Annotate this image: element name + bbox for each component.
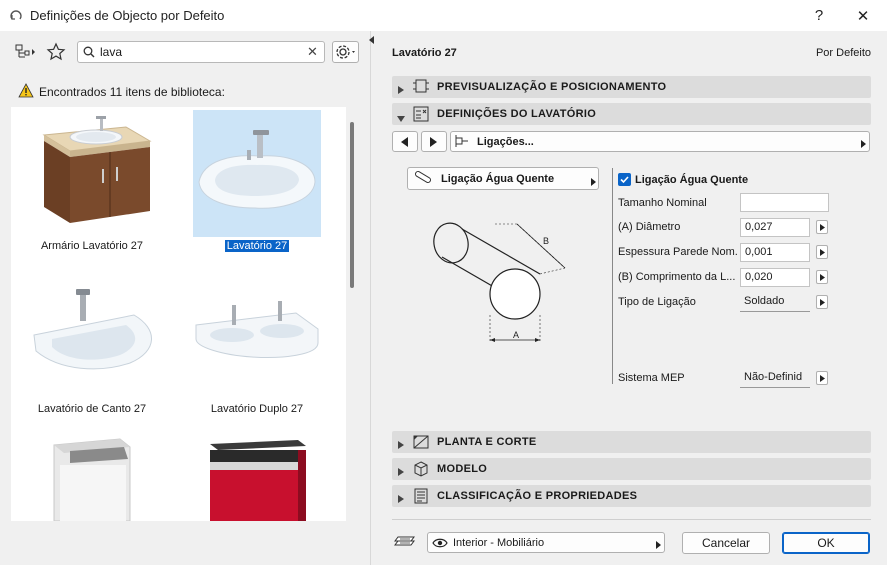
settings-icon (412, 105, 430, 126)
ok-button[interactable]: OK (782, 532, 870, 554)
library-tree-icon[interactable] (14, 42, 38, 62)
footer-divider (392, 519, 871, 520)
param-arrow-button[interactable] (816, 295, 828, 309)
expand-arrow-icon[interactable] (398, 492, 404, 506)
param-label: (B) Comprimento da L... (618, 271, 736, 283)
library-item-thumbnail[interactable] (30, 111, 160, 231)
hot-water-checkbox[interactable] (618, 173, 631, 186)
pipe-diagram: A B (425, 200, 585, 350)
layer-label: Interior - Mobiliário (453, 537, 545, 549)
param-arrow-button[interactable] (816, 270, 828, 284)
connection-type-label: Ligação Água Quente (441, 173, 555, 185)
expand-arrow-icon[interactable] (398, 83, 404, 97)
param-label: Tamanho Nominal (618, 197, 707, 209)
next-page-button[interactable] (421, 131, 447, 152)
library-item-label[interactable]: Armário Lavatório 27 (12, 240, 172, 252)
library-item-selected[interactable] (193, 110, 321, 237)
classification-icon (412, 487, 430, 508)
param-arrow-button[interactable] (816, 245, 828, 259)
section-plan-label[interactable]: PLANTA E CORTE (437, 436, 537, 448)
help-button[interactable]: ? (797, 0, 841, 31)
pipe-icon (415, 171, 433, 188)
expand-arrow-icon[interactable] (398, 438, 404, 452)
close-button[interactable]: ✕ (841, 0, 885, 31)
library-item-thumbnail[interactable] (208, 436, 308, 521)
window-title: Definições de Objecto por Defeito (30, 8, 225, 23)
pane-divider[interactable] (370, 31, 371, 565)
dropdown-arrow-icon (656, 538, 661, 552)
library-item-thumbnail[interactable] (50, 435, 135, 522)
layers-icon (394, 533, 416, 554)
warning-icon (18, 83, 34, 98)
diagram-label-a: A (513, 330, 519, 340)
expand-arrow-icon[interactable] (398, 465, 404, 479)
library-item-label-selected[interactable]: Lavatório 27 (224, 240, 290, 252)
clear-search-icon[interactable]: ✕ (307, 44, 318, 60)
model-cube-icon (412, 460, 430, 481)
param-label: (A) Diâmetro (618, 221, 681, 233)
dropdown-arrow-icon (861, 137, 866, 151)
params-divider (612, 168, 613, 384)
object-name: Lavatório 27 (392, 47, 457, 59)
param-label: Tipo de Ligação (618, 296, 696, 308)
favorites-star-icon[interactable] (46, 42, 66, 62)
param-arrow-button[interactable] (816, 371, 828, 385)
settings-gear-button[interactable] (332, 41, 359, 63)
cancel-button[interactable]: Cancelar (682, 532, 770, 554)
library-item-label[interactable]: Lavatório Duplo 27 (177, 403, 337, 415)
param-arrow-button[interactable] (816, 220, 828, 234)
wall-thickness-field[interactable]: 0,001 (740, 243, 810, 262)
search-value: lava (100, 45, 123, 59)
library-item-thumbnail[interactable] (30, 285, 160, 375)
section-preview-label[interactable]: PREVISUALIZAÇÃO E POSICIONAMENTO (437, 81, 666, 93)
preview-icon (412, 78, 430, 99)
mep-system-field[interactable]: Não-Definid (740, 369, 810, 388)
list-scrollbar[interactable] (350, 122, 354, 288)
library-item-label[interactable]: Lavatório de Canto 27 (12, 403, 172, 415)
eye-icon (432, 537, 448, 551)
dropdown-arrow-icon (591, 175, 596, 189)
nominal-size-field[interactable] (740, 193, 829, 212)
library-item-label[interactable]: Lavatório 27 (177, 240, 337, 252)
connections-icon (454, 134, 470, 151)
app-icon (10, 9, 22, 21)
page-select-label: Ligações... (477, 136, 534, 148)
param-label: Espessura Parede Nom. (618, 246, 738, 258)
plan-section-icon (412, 433, 430, 454)
default-label: Por Defeito (815, 47, 871, 59)
mep-system-label: Sistema MEP (618, 372, 685, 384)
collapse-left-icon[interactable] (368, 34, 376, 48)
prev-page-button[interactable] (392, 131, 418, 152)
length-field[interactable]: 0,020 (740, 268, 810, 287)
results-count-text: Encontrados 11 itens de biblioteca: (39, 85, 225, 99)
collapse-arrow-icon[interactable] (397, 111, 405, 125)
diagram-label-b: B (543, 236, 549, 246)
diameter-field[interactable]: 0,027 (740, 218, 810, 237)
library-item-thumbnail[interactable] (192, 295, 322, 365)
search-icon (83, 46, 95, 58)
section-model-label[interactable]: MODELO (437, 463, 487, 475)
connection-type-field[interactable]: Soldado (740, 293, 810, 312)
hot-water-checkbox-label: Ligação Água Quente (635, 174, 749, 186)
section-settings-label[interactable]: DEFINIÇÕES DO LAVATÓRIO (437, 108, 596, 120)
section-classification-label[interactable]: CLASSIFICAÇÃO E PROPRIEDADES (437, 490, 637, 502)
